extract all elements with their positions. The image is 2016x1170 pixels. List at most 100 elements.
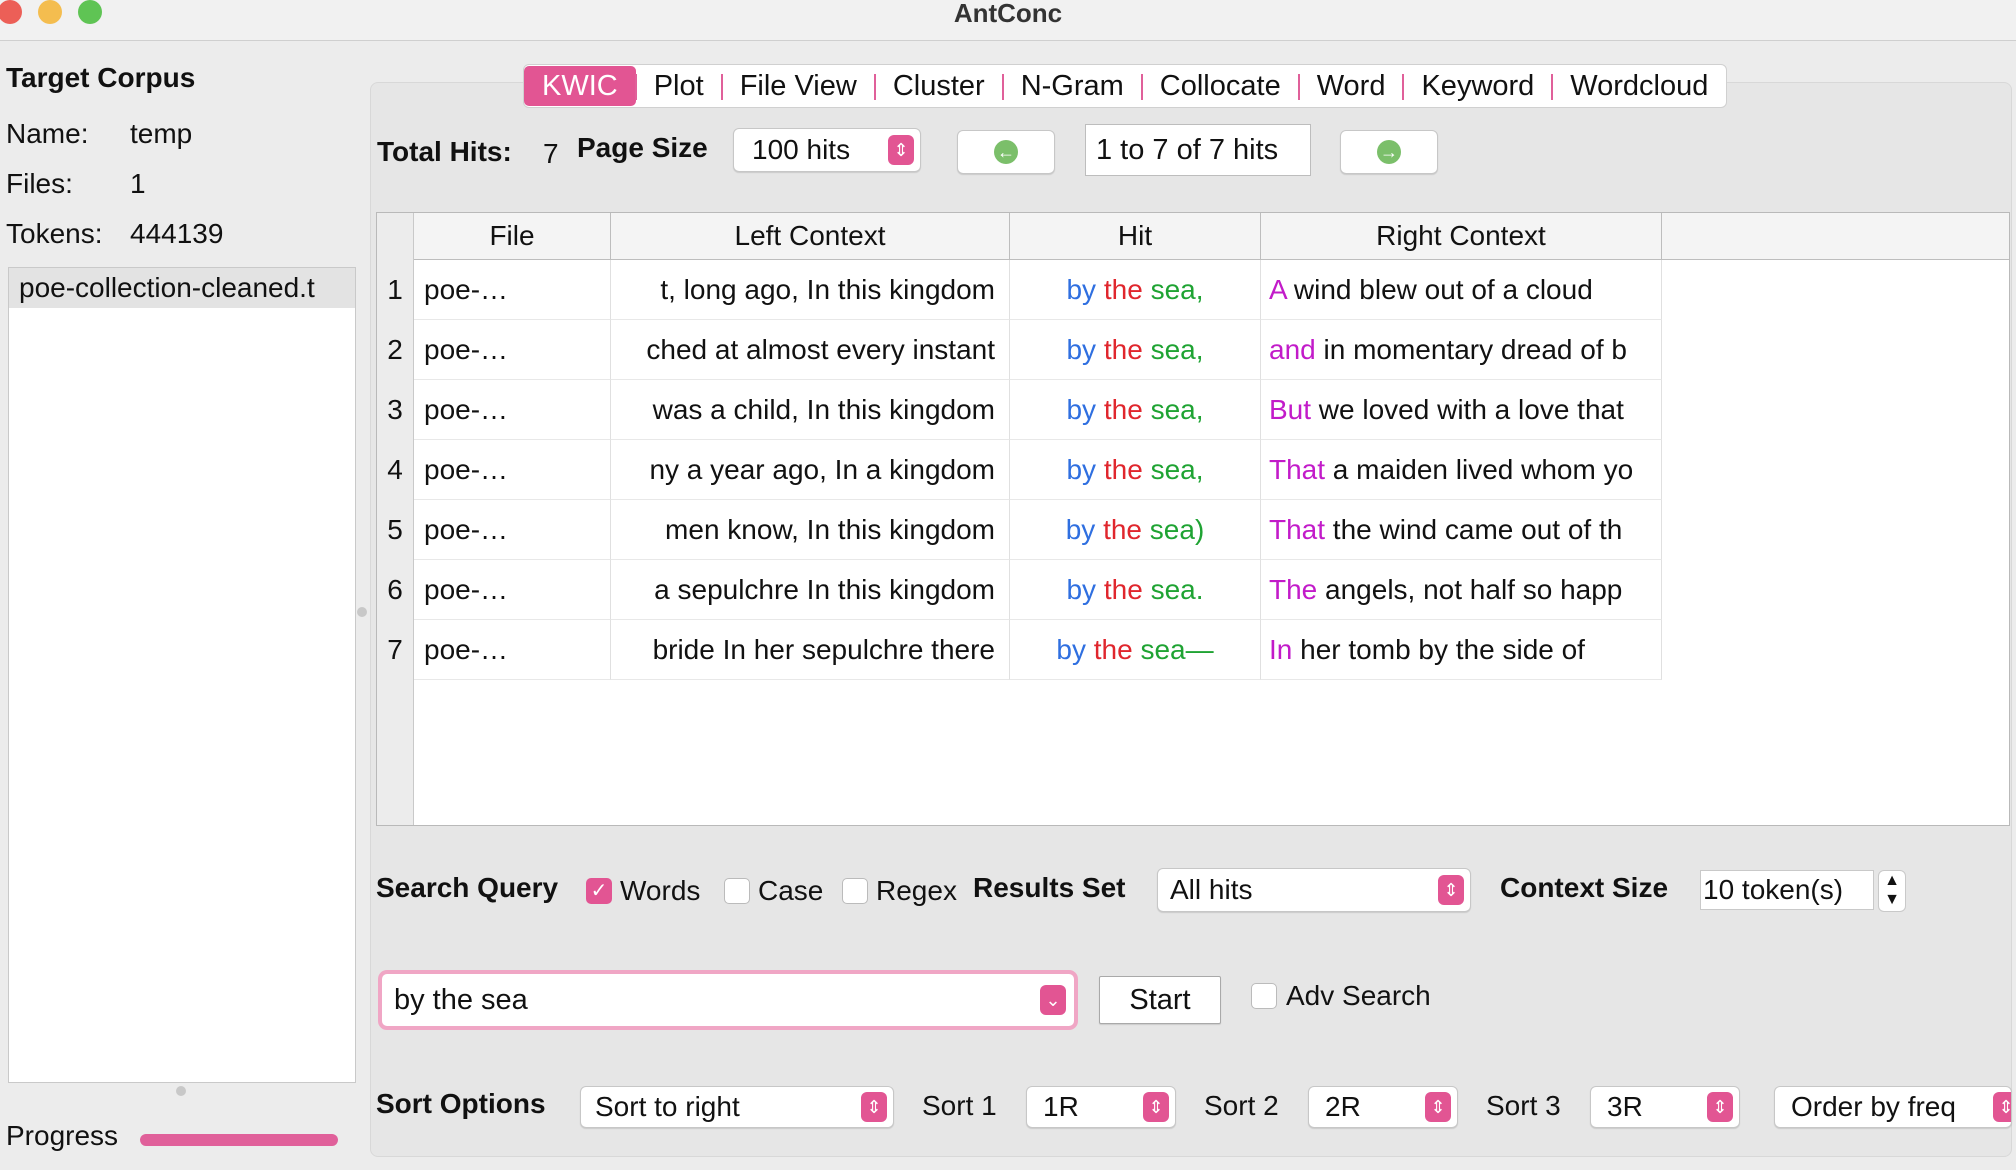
row-number: 2: [387, 334, 403, 365]
right-context-first-token: The: [1269, 574, 1318, 605]
cell-right-context[interactable]: In her tomb by the side of: [1261, 620, 1662, 680]
page-size-select[interactable]: 100 hits ⇕: [733, 128, 921, 172]
search-query-combobox[interactable]: by the sea ⌄: [378, 970, 1078, 1030]
results-set-select[interactable]: All hits ⇕: [1157, 868, 1471, 912]
sort2-value: 2R: [1325, 1091, 1361, 1122]
tab-word[interactable]: Word: [1299, 66, 1405, 106]
window-title: AntConc: [953, 0, 1063, 28]
cell-left-context[interactable]: ny a year ago, In a kingdom: [611, 440, 1010, 500]
context-size-value: 10 token(s): [1703, 874, 1844, 905]
order-select[interactable]: Order by freq ⇕: [1774, 1086, 2012, 1128]
sort-mode-select[interactable]: Sort to right ⇕: [580, 1086, 894, 1128]
start-button[interactable]: Start: [1099, 976, 1221, 1024]
sort3-value: 3R: [1607, 1091, 1643, 1122]
kwic-table[interactable]: File Left Context Hit Right Context 1 poe…: [376, 212, 2010, 826]
sort3-select[interactable]: 3R ⇕: [1590, 1086, 1740, 1128]
cell-hit[interactable]: by the sea): [1010, 500, 1261, 560]
cell-hit[interactable]: by the sea,: [1010, 320, 1261, 380]
hit-token: the: [1103, 274, 1143, 305]
case-checkbox[interactable]: [724, 878, 750, 904]
tab-collocate[interactable]: Collocate: [1142, 66, 1300, 106]
regex-checkbox-label: Regex: [876, 875, 957, 906]
cell-hit[interactable]: by the sea,: [1010, 380, 1261, 440]
context-size-input[interactable]: 10 token(s): [1700, 870, 1874, 910]
cell-left-context[interactable]: a sepulchre In this kingdom: [611, 560, 1010, 620]
cell-right-context[interactable]: The angels, not half so happ: [1261, 560, 1662, 620]
cell-hit[interactable]: by the sea,: [1010, 440, 1261, 500]
regex-checkbox[interactable]: [842, 878, 868, 904]
results-set-label: Results Set: [973, 872, 1126, 903]
cell-right-context[interactable]: That a maiden lived whom yo: [1261, 440, 1662, 500]
right-context-first-token: That: [1269, 514, 1326, 545]
hit-token: sea,: [1150, 454, 1204, 485]
sort1-select[interactable]: 1R ⇕: [1026, 1086, 1176, 1128]
hit-token: sea,: [1150, 334, 1204, 365]
row-number: 3: [387, 394, 403, 425]
cell-left-context[interactable]: ched at almost every instant: [611, 320, 1010, 380]
cell-right-context[interactable]: That the wind came out of th: [1261, 500, 1662, 560]
search-query-label: Search Query: [376, 872, 559, 903]
total-hits-label: Total Hits:: [377, 136, 512, 167]
words-checkbox[interactable]: ✓: [586, 878, 612, 904]
cell-hit[interactable]: by the sea.: [1010, 560, 1261, 620]
row-number: 5: [387, 514, 403, 545]
row-number: 7: [387, 634, 403, 665]
tab-kwic[interactable]: KWIC: [524, 66, 637, 106]
splitter-handle-bottom[interactable]: [176, 1086, 186, 1096]
cell-right-context[interactable]: A wind blew out of a cloud: [1261, 260, 1662, 320]
hit-token: sea—: [1140, 634, 1214, 665]
tab-file-view[interactable]: File View: [722, 66, 876, 106]
arrow-left-icon: ←: [994, 140, 1018, 164]
hit-token: sea): [1149, 514, 1205, 545]
order-stepper-icon: ⇕: [1993, 1092, 2011, 1122]
sort1-stepper-icon: ⇕: [1143, 1092, 1169, 1122]
tab-keyword[interactable]: Keyword: [1403, 66, 1554, 106]
cell-file[interactable]: poe-…: [414, 620, 611, 680]
column-header-left-context[interactable]: Left Context: [611, 213, 1010, 260]
corpus-file-list[interactable]: poe-collection-cleaned.t: [8, 267, 356, 1083]
sort2-select[interactable]: 2R ⇕: [1308, 1086, 1458, 1128]
hit-token: the: [1103, 334, 1143, 365]
query-history-dropdown-icon[interactable]: ⌄: [1040, 985, 1066, 1015]
adv-search-checkbox[interactable]: [1251, 983, 1277, 1009]
search-query-input[interactable]: by the sea: [394, 974, 528, 1026]
next-page-button[interactable]: →: [1340, 130, 1438, 174]
context-size-spinner[interactable]: ▲ ▼: [1878, 870, 1906, 912]
right-context-rest: angels, not half so happ: [1317, 574, 1623, 605]
cell-file[interactable]: poe-…: [414, 560, 611, 620]
hit-token: by: [1066, 574, 1097, 605]
cell-hit[interactable]: by the sea,: [1010, 260, 1261, 320]
cell-left-context[interactable]: bride In her sepulchre there: [611, 620, 1010, 680]
column-header-right-context[interactable]: Right Context: [1261, 213, 1662, 260]
corpus-name-label: Name:: [6, 118, 89, 149]
cell-left-context[interactable]: men know, In this kingdom: [611, 500, 1010, 560]
cell-file[interactable]: poe-…: [414, 380, 611, 440]
tab-n-gram[interactable]: N-Gram: [1003, 66, 1143, 106]
case-checkbox-label: Case: [758, 875, 824, 906]
start-button-label: Start: [1129, 984, 1191, 1016]
cell-file[interactable]: poe-…: [414, 440, 611, 500]
tab-plot[interactable]: Plot: [636, 66, 723, 106]
cell-left-context[interactable]: t, long ago, In this kingdom: [611, 260, 1010, 320]
previous-page-button[interactable]: ←: [957, 130, 1055, 174]
cell-left-context[interactable]: was a child, In this kingdom: [611, 380, 1010, 440]
cell-right-context[interactable]: and in momentary dread of b: [1261, 320, 1662, 380]
tab-cluster[interactable]: Cluster: [875, 66, 1004, 106]
arrow-right-icon: →: [1377, 140, 1401, 164]
splitter-handle-side[interactable]: [357, 607, 367, 617]
adv-search-label: Adv Search: [1286, 980, 1431, 1011]
column-header-file[interactable]: File: [414, 213, 611, 260]
cell-file[interactable]: poe-…: [414, 260, 611, 320]
right-context-first-token: A: [1269, 274, 1287, 305]
title-bar: AntConc: [0, 0, 2016, 41]
cell-right-context[interactable]: But we loved with a love that: [1261, 380, 1662, 440]
hit-token: by: [1056, 634, 1086, 665]
column-header-hit[interactable]: Hit: [1010, 213, 1261, 260]
cell-hit[interactable]: by the sea—: [1010, 620, 1261, 680]
sort3-label: Sort 3: [1486, 1090, 1561, 1121]
tab-wordcloud[interactable]: Wordcloud: [1552, 66, 1726, 106]
cell-file[interactable]: poe-…: [414, 320, 611, 380]
corpus-file-item[interactable]: poe-collection-cleaned.t: [9, 268, 355, 308]
cell-file[interactable]: poe-…: [414, 500, 611, 560]
right-context-first-token: That: [1269, 454, 1326, 485]
